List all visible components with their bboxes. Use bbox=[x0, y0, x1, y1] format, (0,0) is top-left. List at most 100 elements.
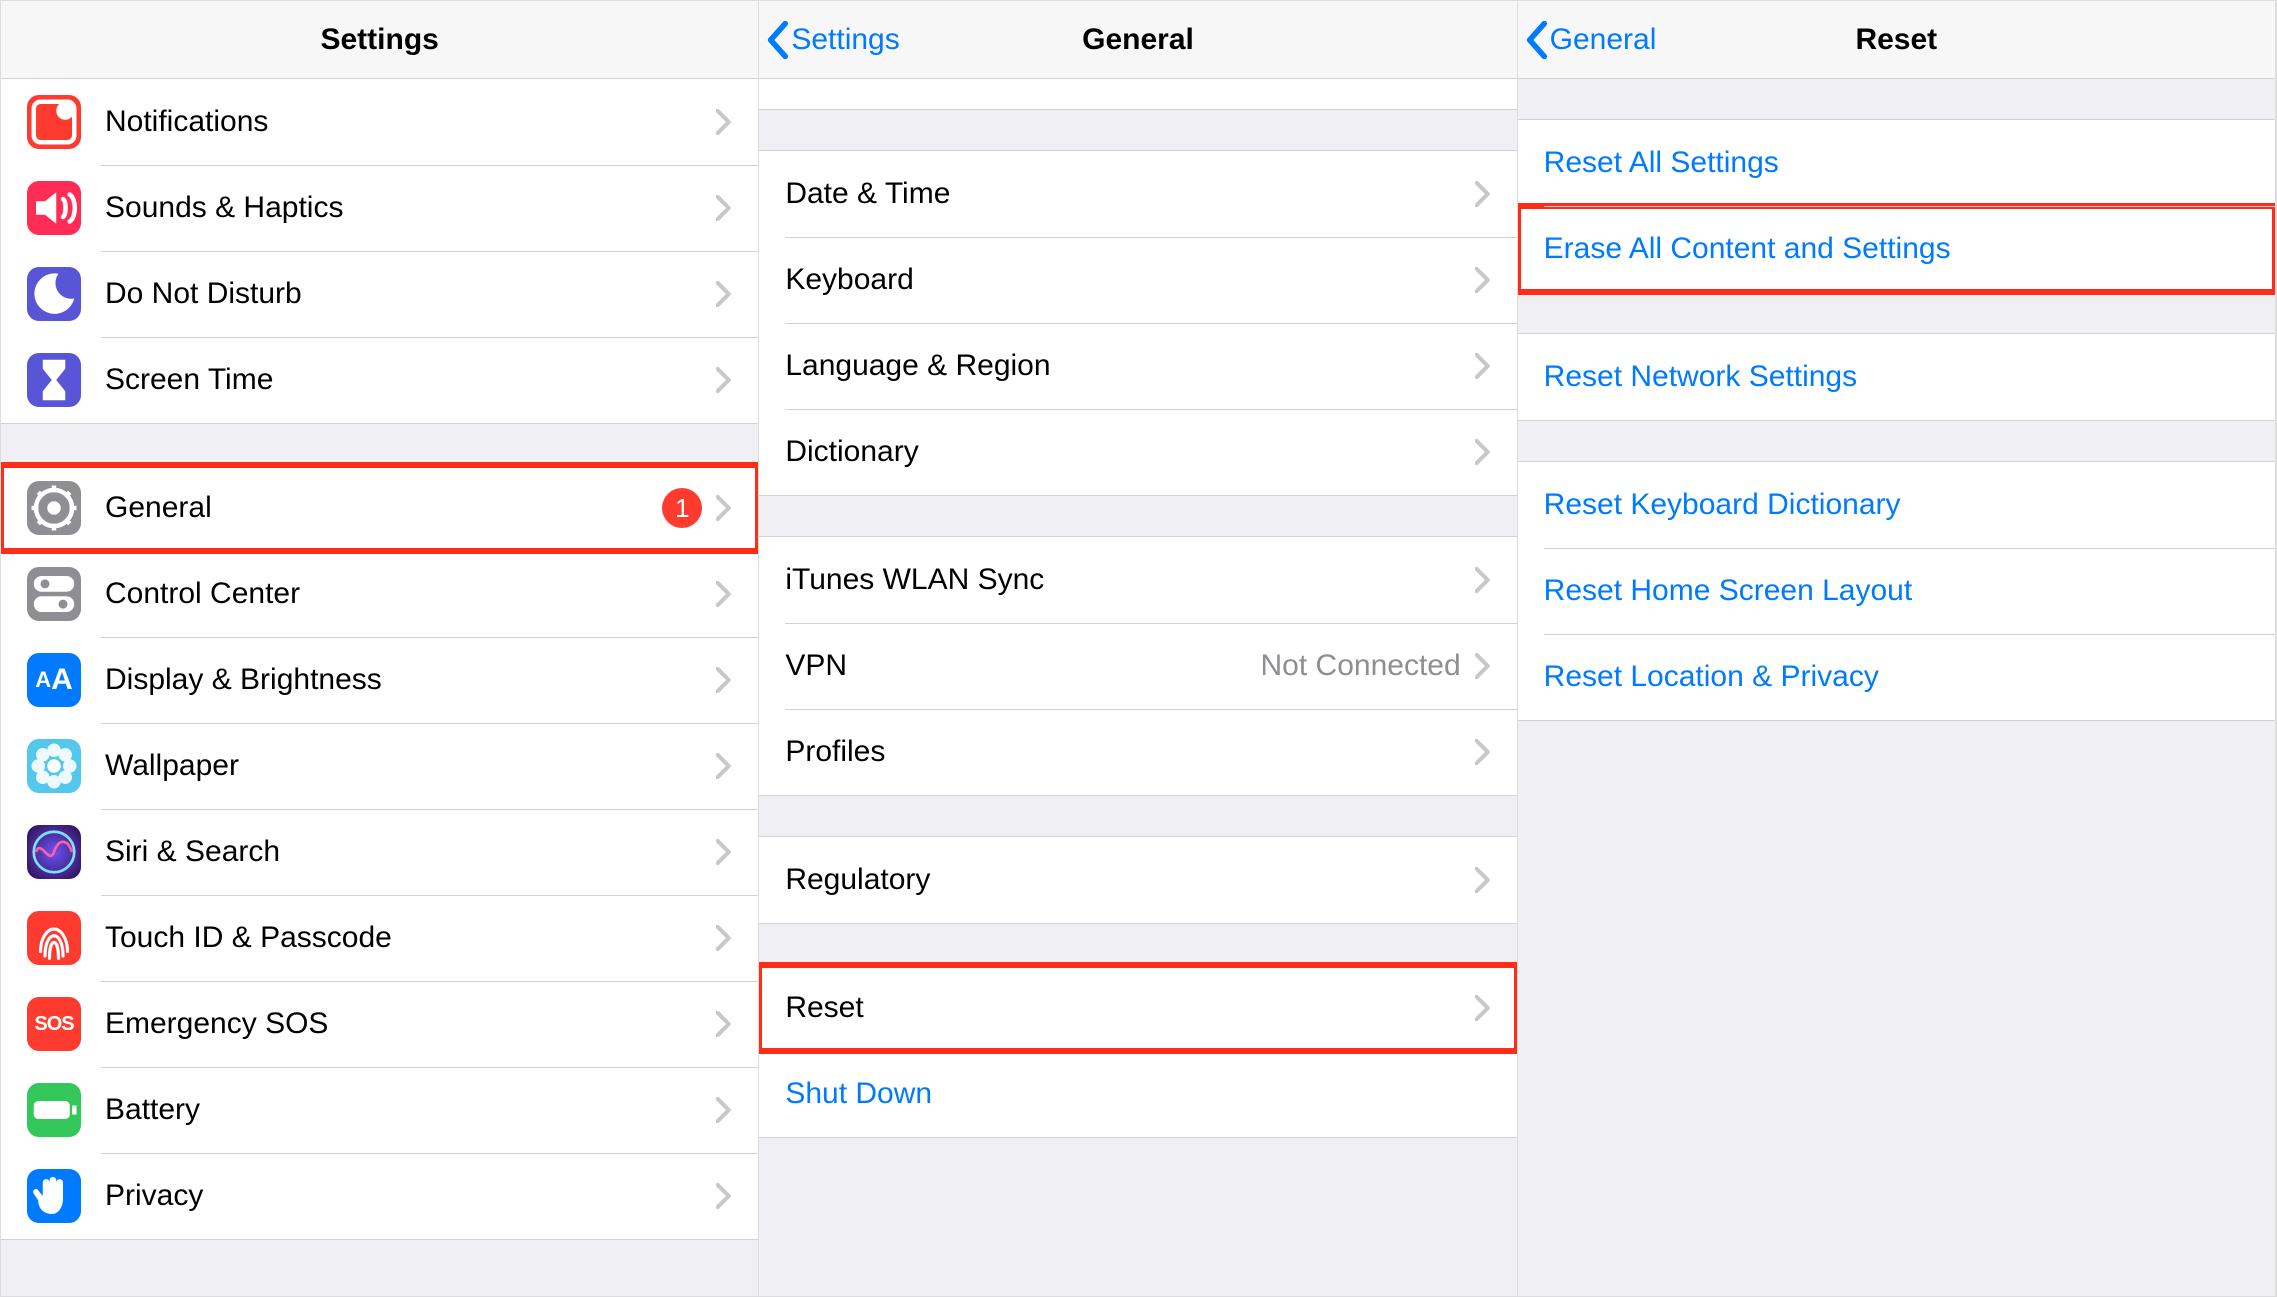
settings-row-battery[interactable]: Battery bbox=[1, 1067, 758, 1153]
general-pane: Settings General Date & Time Keyboard La… bbox=[759, 1, 1517, 1296]
row-label: Date & Time bbox=[785, 177, 1474, 211]
navbar-general: Settings General bbox=[759, 1, 1516, 79]
battery-icon bbox=[27, 1083, 81, 1137]
reset-scroll[interactable]: Reset All Settings Erase All Content and… bbox=[1518, 79, 2275, 1296]
group-gap bbox=[759, 924, 1516, 964]
back-label: Settings bbox=[791, 23, 899, 57]
row-label: Control Center bbox=[105, 577, 716, 611]
general-row-datetime[interactable]: Date & Time bbox=[759, 151, 1516, 237]
page-title: General bbox=[1082, 23, 1194, 57]
back-button[interactable]: General bbox=[1526, 1, 1657, 78]
settings-row-touchid[interactable]: Touch ID & Passcode bbox=[1, 895, 758, 981]
chevron-right-icon bbox=[716, 281, 732, 307]
row-label: Profiles bbox=[785, 735, 1474, 769]
fingerprint-icon bbox=[27, 911, 81, 965]
notification-badge: 1 bbox=[662, 488, 702, 528]
reset-row-erase-all[interactable]: Erase All Content and Settings bbox=[1518, 206, 2275, 292]
back-button[interactable]: Settings bbox=[767, 1, 899, 78]
chevron-right-icon bbox=[1475, 353, 1491, 379]
settings-row-wallpaper[interactable]: Wallpaper bbox=[1, 723, 758, 809]
reset-row-all-settings[interactable]: Reset All Settings bbox=[1518, 120, 2275, 206]
settings-row-general[interactable]: General 1 bbox=[1, 465, 758, 551]
row-label: Battery bbox=[105, 1093, 716, 1127]
text-size-icon: AA bbox=[27, 653, 81, 707]
general-row-shutdown[interactable]: Shut Down bbox=[759, 1051, 1516, 1137]
settings-group-1: Notifications Sounds & Haptics Do Not Di… bbox=[1, 79, 758, 424]
settings-row-privacy[interactable]: Privacy bbox=[1, 1153, 758, 1239]
row-label: Display & Brightness bbox=[105, 663, 716, 697]
row-label: Do Not Disturb bbox=[105, 277, 716, 311]
general-row-vpn[interactable]: VPN Not Connected bbox=[759, 623, 1516, 709]
row-label: Dictionary bbox=[785, 435, 1474, 469]
general-row-clipped[interactable] bbox=[759, 79, 1516, 109]
page-title: Reset bbox=[1855, 23, 1937, 57]
settings-group-2: General 1 Control Center AA Display & Br… bbox=[1, 464, 758, 1240]
chevron-right-icon bbox=[1475, 567, 1491, 593]
general-row-reset[interactable]: Reset bbox=[759, 965, 1516, 1051]
row-label: Reset Home Screen Layout bbox=[1544, 574, 2249, 608]
settings-row-display[interactable]: AA Display & Brightness bbox=[1, 637, 758, 723]
chevron-right-icon bbox=[716, 753, 732, 779]
settings-pane: Settings Notifications Sounds & Haptics bbox=[1, 1, 759, 1296]
sounds-icon bbox=[27, 181, 81, 235]
row-label: Shut Down bbox=[785, 1077, 1490, 1111]
row-label: Privacy bbox=[105, 1179, 716, 1213]
chevron-right-icon bbox=[716, 839, 732, 865]
chevron-right-icon bbox=[1475, 439, 1491, 465]
reset-group-2: Reset Network Settings bbox=[1518, 333, 2275, 421]
moon-icon bbox=[27, 267, 81, 321]
chevron-right-icon bbox=[1475, 995, 1491, 1021]
row-label: Siri & Search bbox=[105, 835, 716, 869]
row-label: Language & Region bbox=[785, 349, 1474, 383]
row-label: Reset Location & Privacy bbox=[1544, 660, 2249, 694]
general-row-regulatory[interactable]: Regulatory bbox=[759, 837, 1516, 923]
reset-row-network[interactable]: Reset Network Settings bbox=[1518, 334, 2275, 420]
group-gap bbox=[759, 796, 1516, 836]
settings-row-controlcenter[interactable]: Control Center bbox=[1, 551, 758, 637]
settings-row-notifications[interactable]: Notifications bbox=[1, 79, 758, 165]
row-label: General bbox=[105, 491, 662, 525]
reset-pane: General Reset Reset All Settings Erase A… bbox=[1518, 1, 2276, 1296]
row-label: VPN bbox=[785, 649, 1260, 683]
general-scroll[interactable]: Date & Time Keyboard Language & Region D… bbox=[759, 79, 1516, 1296]
gear-icon bbox=[27, 481, 81, 535]
general-row-profiles[interactable]: Profiles bbox=[759, 709, 1516, 795]
general-row-itunes-sync[interactable]: iTunes WLAN Sync bbox=[759, 537, 1516, 623]
row-label: Reset Keyboard Dictionary bbox=[1544, 488, 2249, 522]
settings-row-siri[interactable]: Siri & Search bbox=[1, 809, 758, 895]
chevron-right-icon bbox=[1475, 181, 1491, 207]
chevron-right-icon bbox=[716, 495, 732, 521]
settings-row-sounds[interactable]: Sounds & Haptics bbox=[1, 165, 758, 251]
reset-group-3: Reset Keyboard Dictionary Reset Home Scr… bbox=[1518, 461, 2275, 721]
settings-scroll[interactable]: Notifications Sounds & Haptics Do Not Di… bbox=[1, 79, 758, 1296]
chevron-right-icon bbox=[716, 109, 732, 135]
group-gap bbox=[1, 424, 758, 464]
chevron-right-icon bbox=[716, 1183, 732, 1209]
group-gap bbox=[759, 110, 1516, 150]
reset-row-keyboard-dict[interactable]: Reset Keyboard Dictionary bbox=[1518, 462, 2275, 548]
general-row-language[interactable]: Language & Region bbox=[759, 323, 1516, 409]
page-title: Settings bbox=[320, 23, 438, 57]
general-row-keyboard[interactable]: Keyboard bbox=[759, 237, 1516, 323]
reset-row-home-layout[interactable]: Reset Home Screen Layout bbox=[1518, 548, 2275, 634]
general-group-clipped bbox=[759, 79, 1516, 110]
reset-row-location-privacy[interactable]: Reset Location & Privacy bbox=[1518, 634, 2275, 720]
row-value: Not Connected bbox=[1261, 649, 1461, 683]
chevron-right-icon bbox=[716, 1097, 732, 1123]
chevron-right-icon bbox=[716, 367, 732, 393]
settings-row-dnd[interactable]: Do Not Disturb bbox=[1, 251, 758, 337]
chevron-right-icon bbox=[1475, 653, 1491, 679]
toggle-icon bbox=[27, 567, 81, 621]
back-label: General bbox=[1550, 23, 1657, 57]
chevron-left-icon bbox=[767, 21, 789, 59]
settings-row-screentime[interactable]: Screen Time bbox=[1, 337, 758, 423]
general-row-dictionary[interactable]: Dictionary bbox=[759, 409, 1516, 495]
reset-group-1: Reset All Settings Erase All Content and… bbox=[1518, 119, 2275, 293]
chevron-right-icon bbox=[1475, 739, 1491, 765]
chevron-right-icon bbox=[716, 925, 732, 951]
settings-row-sos[interactable]: SOS Emergency SOS bbox=[1, 981, 758, 1067]
general-group-5: Reset Shut Down bbox=[759, 964, 1516, 1138]
row-label: Emergency SOS bbox=[105, 1007, 716, 1041]
row-label: Touch ID & Passcode bbox=[105, 921, 716, 955]
row-label: Reset All Settings bbox=[1544, 146, 2249, 180]
